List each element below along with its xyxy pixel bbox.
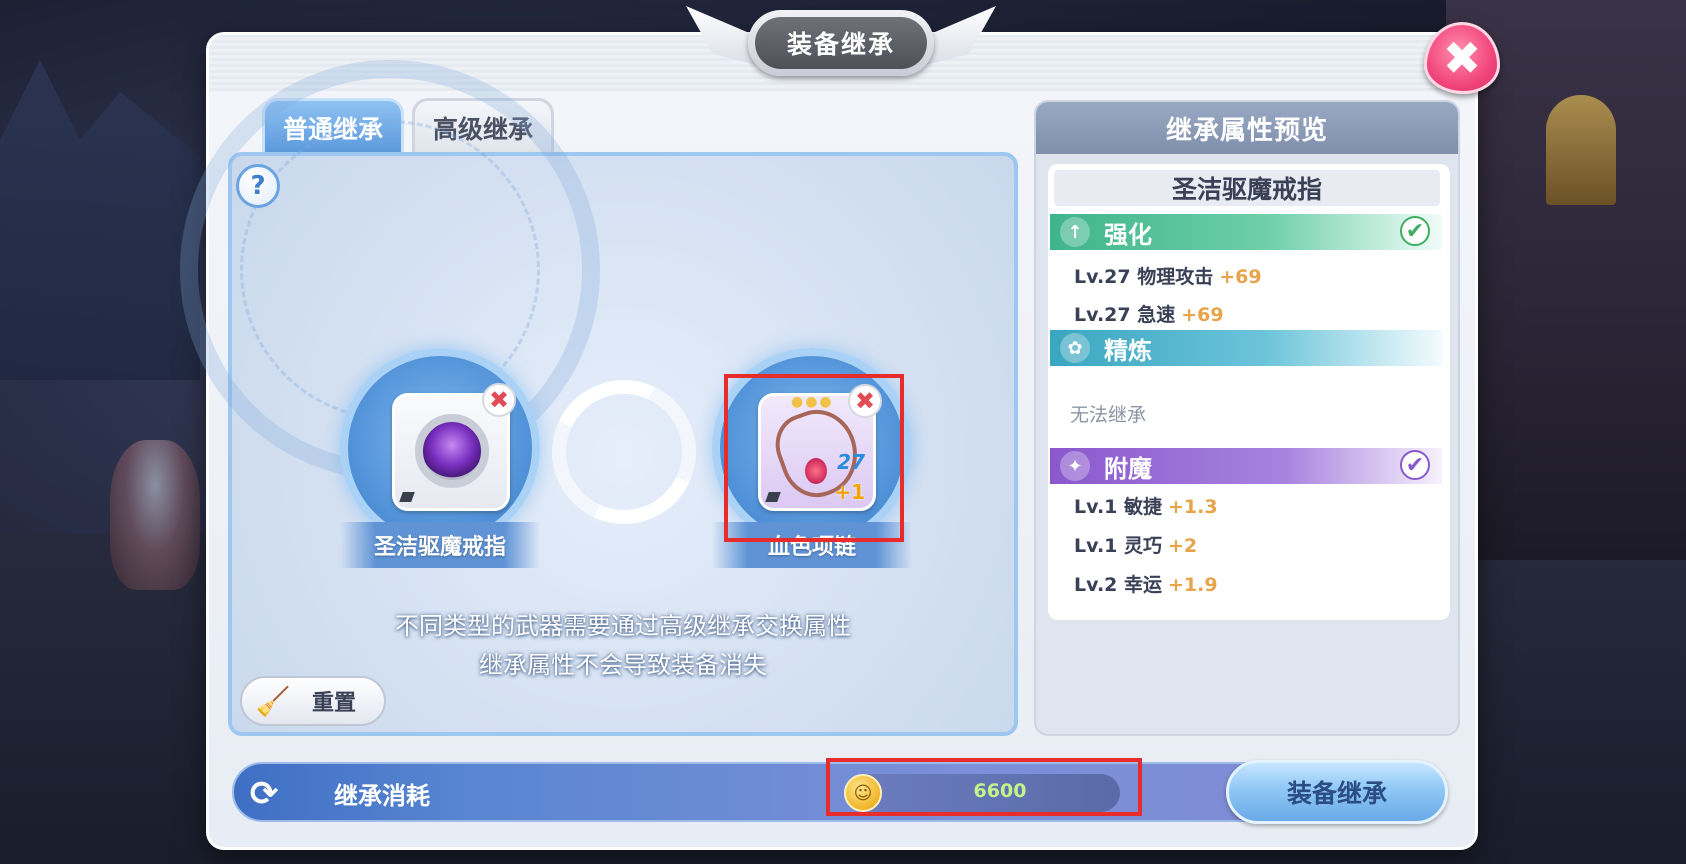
close-icon: ✖ xyxy=(1442,31,1482,85)
attr-value: +1.3 xyxy=(1168,496,1218,518)
purple-ring-icon xyxy=(415,414,489,488)
swap-arrows-icon xyxy=(531,359,717,545)
broom-icon: 🧹 xyxy=(255,684,291,718)
section-label: 精炼 xyxy=(1104,336,1152,365)
source-item-name: 圣洁驱魔戒指 xyxy=(340,522,540,568)
attr-value: +69 xyxy=(1219,266,1262,288)
item-type-marker xyxy=(399,492,415,502)
section-refine: ✿ 精炼 xyxy=(1050,330,1442,366)
attr-name: Lv.1 敏捷 xyxy=(1074,496,1162,518)
refresh-icon: ⟳ xyxy=(249,774,279,814)
dialog-title: 装备继承 xyxy=(755,17,927,69)
attr-name: Lv.1 灵巧 xyxy=(1074,535,1162,557)
inherit-button-label: 装备继承 xyxy=(1286,779,1387,808)
attr-row: Lv.27 急速 +69 xyxy=(1074,300,1224,327)
attr-value: +1.9 xyxy=(1168,574,1218,596)
section-enchant: ✦ 附魔 ✔ xyxy=(1050,448,1442,484)
equip-inherit-button[interactable]: 装备继承 xyxy=(1226,760,1448,824)
attr-row: Lv.27 物理攻击 +69 xyxy=(1074,262,1262,289)
remove-source-item-button[interactable]: ✖ xyxy=(482,383,516,417)
attr-row: Lv.1 灵巧 +2 xyxy=(1074,531,1197,558)
player-character xyxy=(110,440,200,590)
item-refine-level: +1 xyxy=(834,480,865,504)
background-window xyxy=(1546,95,1616,205)
question-icon: ? xyxy=(250,171,266,201)
dialog-title-badge: 装备继承 xyxy=(686,0,996,84)
help-button[interactable]: ? xyxy=(236,164,280,208)
cost-label: 继承消耗 xyxy=(334,782,430,810)
attr-name: Lv.27 急速 xyxy=(1074,304,1176,326)
attr-value: +69 xyxy=(1181,304,1224,326)
preview-title: 继承属性预览 xyxy=(1036,102,1458,154)
remove-target-item-button[interactable]: ✖ xyxy=(848,384,882,418)
item-stars: ●●● xyxy=(791,394,834,410)
item-level: 27 xyxy=(837,450,865,474)
target-item-name: 血色项链 xyxy=(712,522,912,568)
background-castle xyxy=(0,60,200,380)
refine-note: 无法继承 xyxy=(1070,404,1147,426)
close-icon: ✖ xyxy=(854,387,876,415)
coin-icon: ☺ xyxy=(844,774,882,812)
reset-label: 重置 xyxy=(312,691,357,716)
attr-name: Lv.27 物理攻击 xyxy=(1074,266,1214,288)
refine-icon: ✿ xyxy=(1060,333,1090,363)
attr-row: Lv.1 敏捷 +1.3 xyxy=(1074,492,1218,519)
section-label: 强化 xyxy=(1104,220,1152,249)
section-label: 附魔 xyxy=(1104,454,1152,483)
item-type-marker xyxy=(765,492,781,502)
checkmark-icon[interactable]: ✔ xyxy=(1400,450,1430,480)
preview-item-name: 圣洁驱魔戒指 xyxy=(1054,170,1440,206)
hint-line-1: 不同类型的武器需要通过高级继承交换属性 xyxy=(395,612,851,640)
swap-arc-bottom xyxy=(531,359,717,545)
checkmark-icon[interactable]: ✔ xyxy=(1400,216,1430,246)
coin-amount: 6600 xyxy=(973,780,1027,802)
section-strength: ↑ 强化 ✔ xyxy=(1050,214,1442,250)
reset-button[interactable]: 🧹 重置 xyxy=(240,676,386,726)
hint-line-2: 继承属性不会导致装备消失 xyxy=(479,651,767,679)
necklace-gem-icon xyxy=(805,458,827,484)
sparkle-icon: ✦ xyxy=(1060,451,1090,481)
close-icon: ✖ xyxy=(488,386,510,414)
title-plate: 装备继承 xyxy=(748,10,934,76)
arrow-up-icon: ↑ xyxy=(1060,217,1090,247)
attr-name: Lv.2 幸运 xyxy=(1074,574,1162,596)
attr-row: Lv.2 幸运 +1.9 xyxy=(1074,570,1218,597)
attr-value: +2 xyxy=(1168,535,1198,557)
